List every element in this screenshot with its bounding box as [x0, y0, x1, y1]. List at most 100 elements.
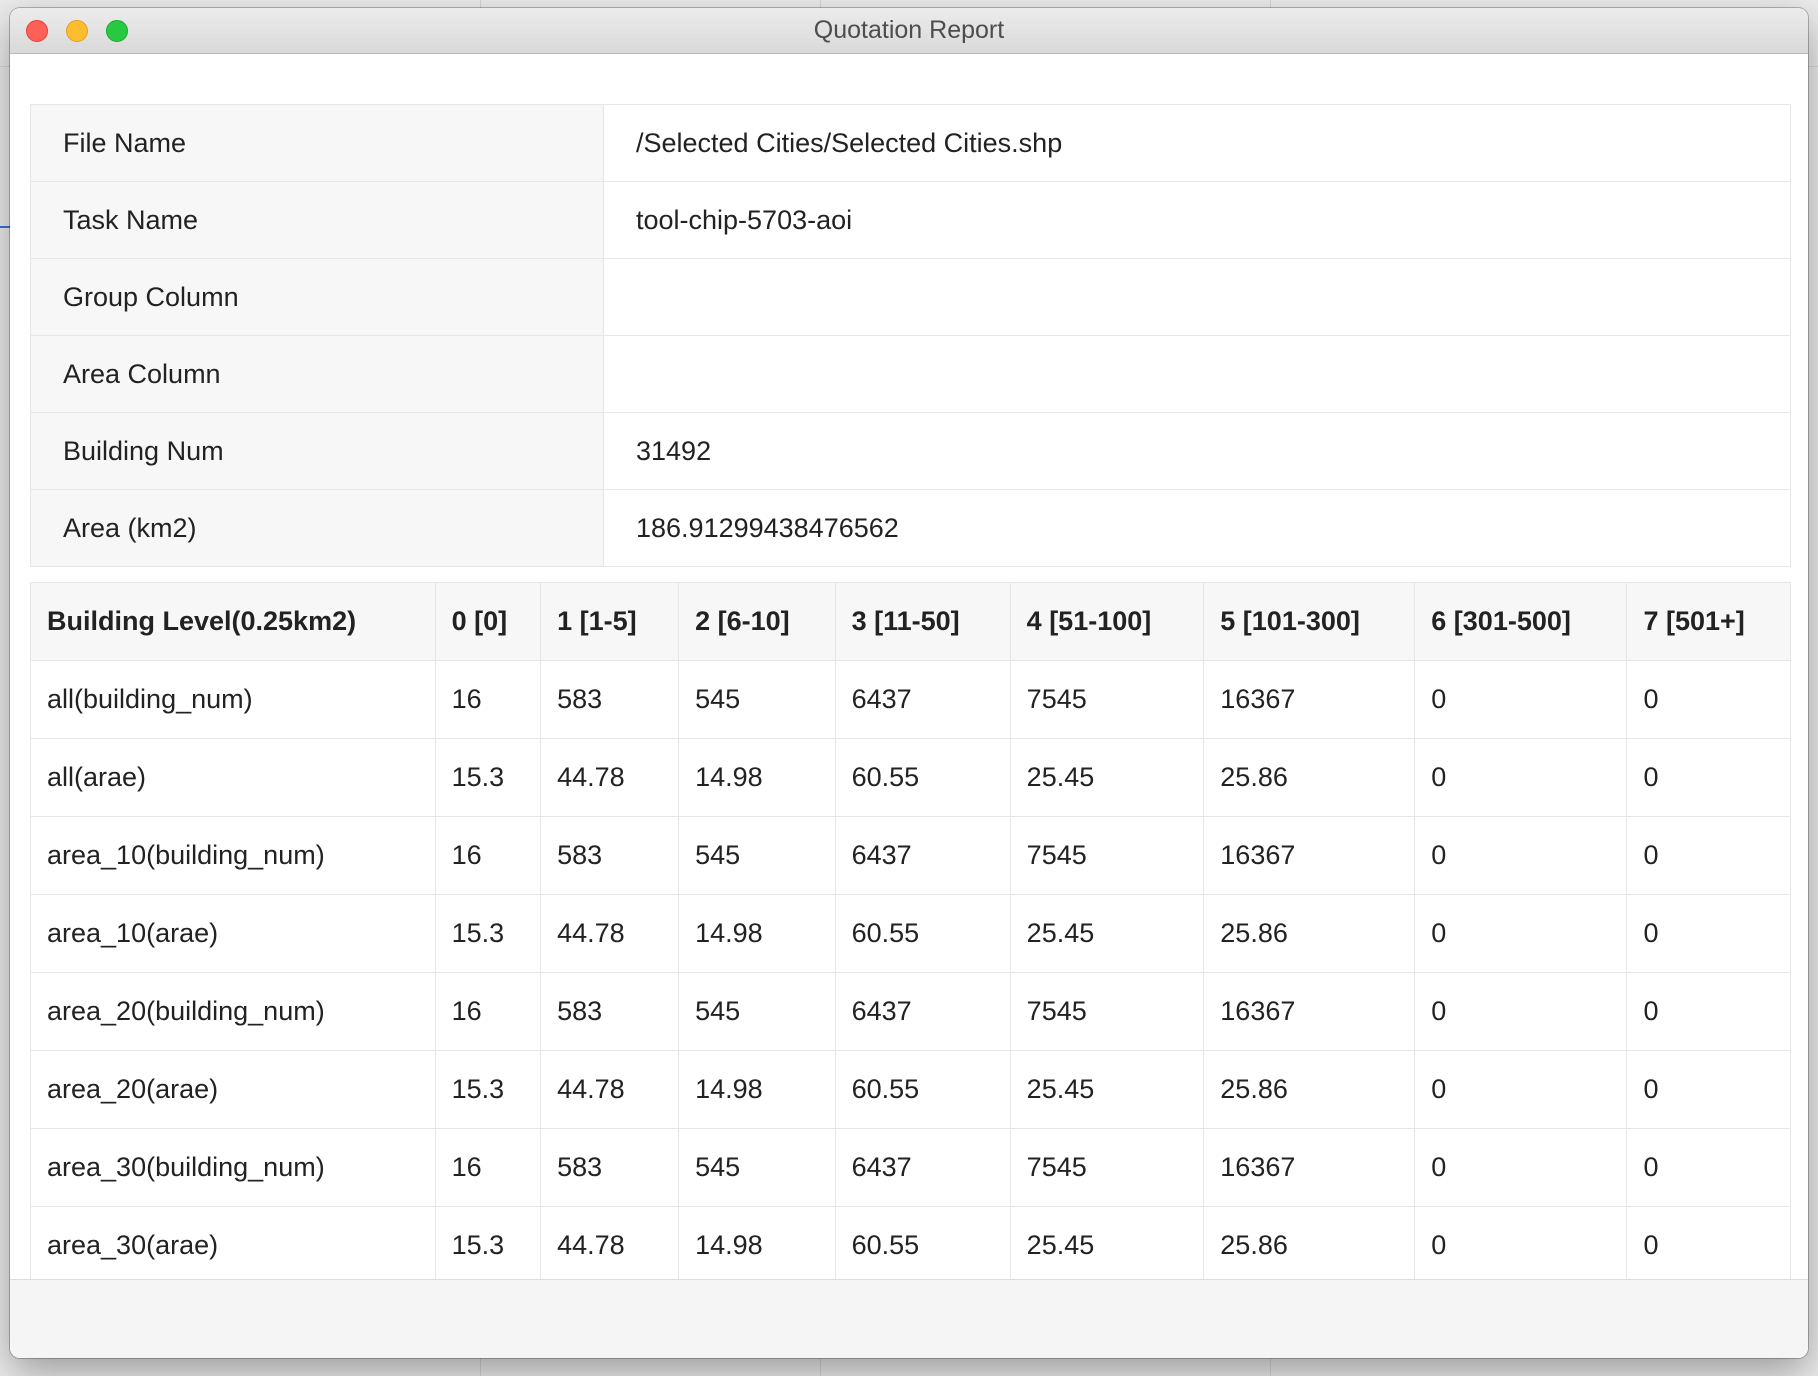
- table-header-row: Building Level(0.25km2) 0 [0] 1 [1-5] 2 [6-…: [30, 582, 1791, 661]
- table-cell: 7545: [1009, 972, 1205, 1051]
- table-cell: 60.55: [834, 1050, 1011, 1129]
- table-cell: 6437: [834, 816, 1011, 895]
- table-cell: 25.86: [1203, 1050, 1416, 1129]
- info-row: Task Name tool-chip-5703-aoi: [30, 181, 1791, 259]
- table-cell: 0: [1626, 1050, 1791, 1129]
- table-cell: 6437: [834, 1128, 1011, 1207]
- table-cell: 545: [678, 1128, 836, 1207]
- info-label: Area (km2): [30, 489, 604, 567]
- column-header[interactable]: Building Level(0.25km2): [30, 582, 436, 661]
- report-content[interactable]: File Name/Selected Cities/Selected Citie…: [10, 54, 1808, 1279]
- info-row: Area (km2) 186.91299438476562: [30, 489, 1791, 567]
- row-label-cell: area_30(building_num): [30, 1128, 436, 1207]
- table-row[interactable]: area_10(building_num) 16 583 545 6437 7545 163…: [30, 816, 1791, 895]
- info-value[interactable]: 31492: [603, 412, 1791, 490]
- table-cell: 583: [540, 1128, 680, 1207]
- table-cell: 583: [540, 660, 680, 739]
- column-header[interactable]: 2 [6-10]: [678, 582, 836, 661]
- column-header[interactable]: 4 [51-100]: [1009, 582, 1205, 661]
- table-cell: 16: [434, 816, 542, 895]
- table-row[interactable]: area_20(arae) 15.3 44.78 14.98 60.55 25.45 25.…: [30, 1050, 1791, 1129]
- column-header[interactable]: 7 [501+]: [1626, 582, 1791, 661]
- table-row[interactable]: area_30(arae) 15.3 44.78 14.98 60.55 25.45 25.…: [30, 1206, 1791, 1279]
- info-value[interactable]: tool-chip-5703-aoi: [603, 181, 1791, 259]
- info-value[interactable]: 186.91299438476562: [603, 489, 1791, 567]
- table-cell: 0: [1626, 1128, 1791, 1207]
- table-cell: 60.55: [834, 894, 1011, 973]
- table-cell: 16367: [1203, 1128, 1416, 1207]
- row-label-cell: all(building_num): [30, 660, 436, 739]
- table-cell: 583: [540, 972, 680, 1051]
- table-cell: 44.78: [540, 894, 680, 973]
- table-cell: 44.78: [540, 1050, 680, 1129]
- info-label: File Name: [30, 104, 604, 182]
- table-cell: 14.98: [678, 738, 836, 817]
- row-label-cell: area_20(arae): [30, 1050, 436, 1129]
- table-cell: 25.45: [1009, 894, 1205, 973]
- info-table: File Name/Selected Cities/Selected Citie…: [30, 104, 1791, 567]
- table-cell: 0: [1626, 816, 1791, 895]
- table-cell: 60.55: [834, 1206, 1011, 1279]
- table-cell: 6437: [834, 972, 1011, 1051]
- table-row[interactable]: area_10(arae) 15.3 44.78 14.98 60.55 25.45 25.…: [30, 894, 1791, 973]
- table-row[interactable]: all(building_num) 16 583 545 6437 7545 16367 0 0: [30, 660, 1791, 739]
- table-cell: 25.45: [1009, 1050, 1205, 1129]
- info-row: Group Column: [30, 258, 1791, 336]
- building-level-table: Building Level(0.25km2) 0 [0] 1 [1-5] 2 [6-…: [30, 582, 1791, 1279]
- table-cell: 0: [1414, 660, 1628, 739]
- table-cell: 0: [1414, 1128, 1628, 1207]
- title-bar[interactable]: Quotation Report: [10, 8, 1808, 54]
- info-value[interactable]: [603, 335, 1791, 413]
- column-header[interactable]: 0 [0]: [434, 582, 542, 661]
- table-cell: 25.45: [1009, 1206, 1205, 1279]
- table-cell: 7545: [1009, 1128, 1205, 1207]
- table-cell: 15.3: [434, 738, 542, 817]
- table-cell: 0: [1626, 1206, 1791, 1279]
- table-cell: 0: [1626, 894, 1791, 973]
- table-cell: 16: [434, 972, 542, 1051]
- table-cell: 14.98: [678, 1206, 836, 1279]
- column-header[interactable]: 6 [301-500]: [1414, 582, 1628, 661]
- info-value[interactable]: [603, 258, 1791, 336]
- table-cell: 583: [540, 816, 680, 895]
- table-cell: 6437: [834, 660, 1011, 739]
- column-header[interactable]: 5 [101-300]: [1203, 582, 1416, 661]
- table-cell: 545: [678, 972, 836, 1051]
- info-label: Task Name: [30, 181, 604, 259]
- info-row: File Name/Selected Cities/Selected Citie…: [30, 104, 1791, 182]
- table-row[interactable]: area_30(building_num) 16 583 545 6437 7545 163…: [30, 1128, 1791, 1207]
- table-cell: 16367: [1203, 972, 1416, 1051]
- table-cell: 0: [1626, 660, 1791, 739]
- table-cell: 545: [678, 660, 836, 739]
- table-cell: 25.86: [1203, 738, 1416, 817]
- table-cell: 60.55: [834, 738, 1011, 817]
- table-cell: 25.45: [1009, 738, 1205, 817]
- row-label-cell: area_20(building_num): [30, 972, 436, 1051]
- table-cell: 15.3: [434, 894, 542, 973]
- table-row[interactable]: area_20(building_num) 16 583 545 6437 7545 163…: [30, 972, 1791, 1051]
- info-row: Building Num 31492: [30, 412, 1791, 490]
- table-cell: 0: [1414, 1050, 1628, 1129]
- table-cell: 0: [1626, 972, 1791, 1051]
- info-label: Building Num: [30, 412, 604, 490]
- column-header[interactable]: 1 [1-5]: [540, 582, 680, 661]
- row-label-cell: area_10(building_num): [30, 816, 436, 895]
- table-cell: 0: [1414, 816, 1628, 895]
- table-cell: 7545: [1009, 660, 1205, 739]
- table-cell: 0: [1626, 738, 1791, 817]
- table-row[interactable]: all(arae) 15.3 44.78 14.98 60.55 25.45 25.86 0 0: [30, 738, 1791, 817]
- table-cell: 15.3: [434, 1050, 542, 1129]
- table-cell: 0: [1414, 972, 1628, 1051]
- window-footer: [10, 1279, 1808, 1358]
- table-cell: 16367: [1203, 816, 1416, 895]
- table-cell: 25.86: [1203, 894, 1416, 973]
- table-cell: 25.86: [1203, 1206, 1416, 1279]
- row-label-cell: area_10(arae): [30, 894, 436, 973]
- column-header[interactable]: 3 [11-50]: [834, 582, 1011, 661]
- info-value[interactable]: /Selected Cities/Selected Cities.shp: [603, 104, 1791, 182]
- table-cell: 44.78: [540, 1206, 680, 1279]
- table-cell: 0: [1414, 1206, 1628, 1279]
- quotation-report-window: Quotation Report File Name/Selected Citi…: [10, 8, 1808, 1358]
- window-title: Quotation Report: [813, 16, 1005, 44]
- table-cell: 7545: [1009, 816, 1205, 895]
